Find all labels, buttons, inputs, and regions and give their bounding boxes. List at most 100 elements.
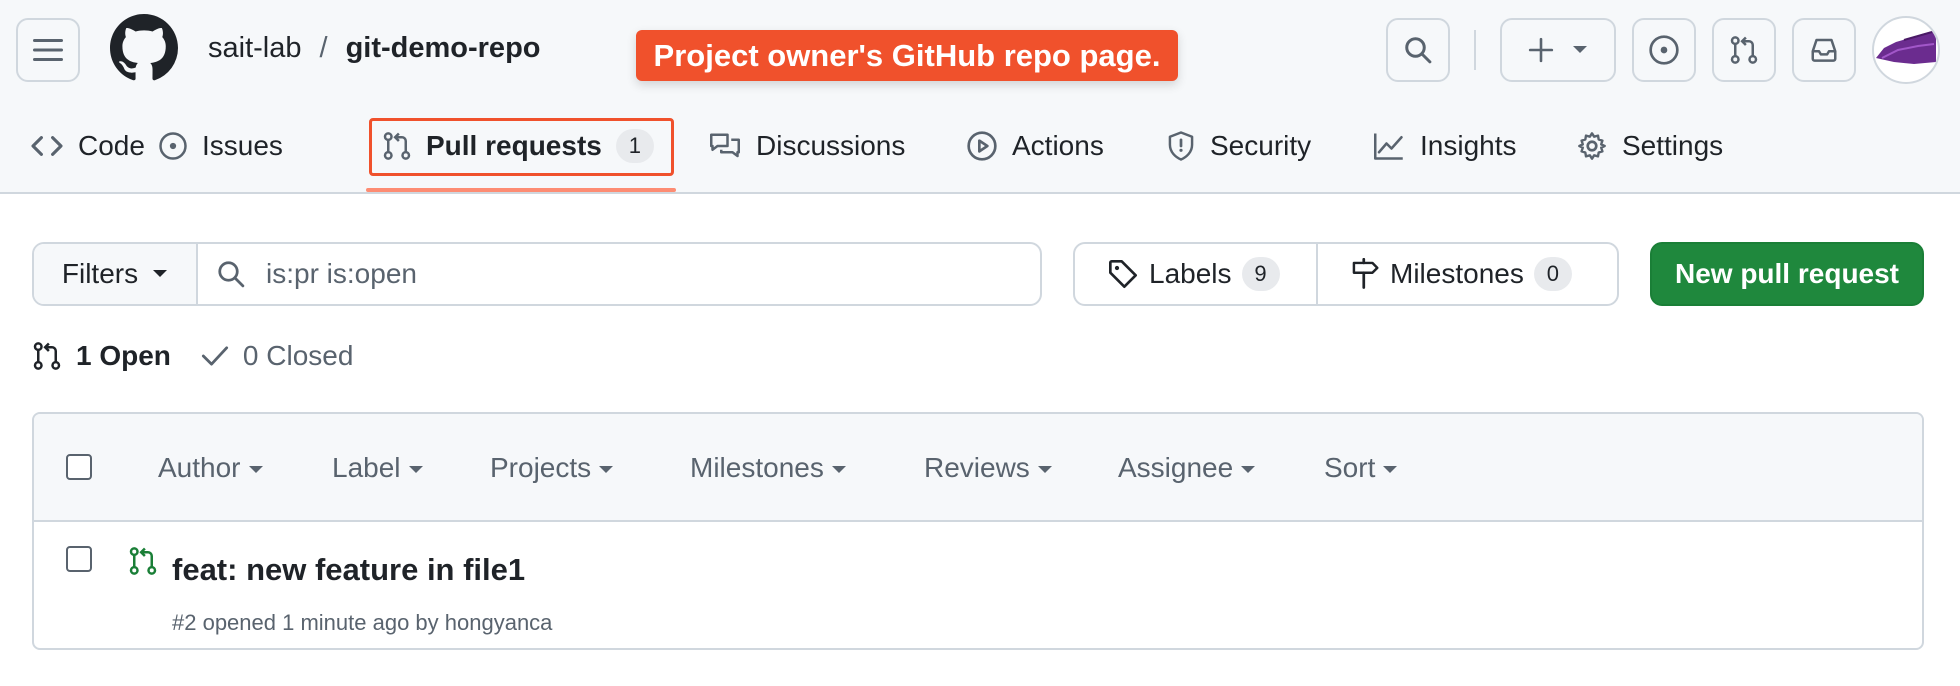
code-icon (31, 136, 63, 156)
tab-label: Pull requests (426, 130, 602, 161)
labels-label: Labels (1149, 258, 1232, 289)
play-icon (967, 131, 997, 161)
list-header: Author Label Projects Milestones Reviews… (34, 414, 1922, 522)
repo-header: sait-lab / git-demo-repo Project owner's… (0, 0, 1960, 194)
sort-filter[interactable]: Sort (1324, 452, 1398, 484)
breadcrumb: sait-lab / git-demo-repo (208, 32, 541, 65)
labels-button[interactable]: Labels 9 (1075, 244, 1318, 304)
tab-label: Insights (1420, 130, 1517, 161)
repo-name-link[interactable]: git-demo-repo (346, 32, 541, 65)
author-filter[interactable]: Author (158, 452, 263, 484)
tab-label: Settings (1622, 130, 1724, 161)
check-icon (201, 346, 228, 366)
tab-settings[interactable]: Settings (1576, 116, 1723, 176)
milestones-button[interactable]: Milestones 0 (1318, 244, 1617, 304)
caret-down-icon (1037, 465, 1052, 473)
inbox-button[interactable] (1792, 18, 1856, 82)
milestones-count-badge: 0 (1533, 257, 1572, 291)
header-divider (1474, 30, 1476, 70)
gear-icon (1578, 132, 1606, 160)
caret-down-icon (408, 465, 423, 473)
filter-label: Reviews (924, 452, 1030, 483)
open-prs-link[interactable]: 1 Open (32, 340, 171, 372)
filter-label: Assignee (1118, 452, 1234, 483)
user-avatar[interactable] (1872, 16, 1940, 84)
hamburger-icon (33, 39, 63, 61)
pr-title-link[interactable]: feat: new feature in file1 (172, 552, 525, 588)
annotation-callout: Project owner's GitHub repo page. (636, 30, 1178, 81)
pull-request-icon (383, 132, 411, 160)
tab-security[interactable]: Security (1166, 116, 1311, 176)
pull-requests-count-badge: 1 (615, 129, 654, 163)
discussion-icon (710, 133, 740, 158)
search-icon (1405, 37, 1432, 64)
breadcrumb-separator: / (319, 32, 328, 64)
tab-code[interactable]: Code (30, 116, 145, 176)
tab-label: Actions (1012, 130, 1104, 161)
filters-label: Filters (61, 258, 139, 289)
graph-icon (1374, 133, 1403, 160)
pr-meta-text: #2 opened 1 minute ago by hongyanca (172, 610, 553, 635)
tab-insights[interactable]: Insights (1372, 116, 1517, 176)
list-item: feat: new feature in file1 #2 opened 1 m… (34, 522, 1922, 648)
tab-actions[interactable]: Actions (966, 116, 1104, 176)
tab-label: Code (78, 130, 145, 161)
row-checkbox[interactable] (66, 546, 92, 572)
pull-request-icon (33, 342, 61, 370)
tab-label: Discussions (756, 130, 906, 161)
caret-down-icon (599, 465, 614, 473)
plus-icon (1528, 37, 1554, 63)
pull-requests-button[interactable] (1712, 18, 1776, 82)
shield-icon (1168, 131, 1194, 161)
triangle-down-icon (153, 270, 168, 277)
tab-discussions[interactable]: Discussions (708, 116, 905, 176)
closed-count-label: 0 Closed (242, 340, 354, 371)
caret-down-icon (1383, 465, 1398, 473)
filter-label: Projects (490, 452, 592, 483)
tab-issues[interactable]: Issues (158, 116, 283, 176)
filter-label: Author (158, 452, 241, 483)
issue-opened-icon (1649, 35, 1679, 65)
new-pull-request-button[interactable]: New pull request (1650, 242, 1924, 306)
search-button[interactable] (1386, 18, 1450, 82)
labels-milestones-group: Labels 9 Milestones 0 (1073, 242, 1619, 306)
pull-request-list: Author Label Projects Milestones Reviews… (32, 412, 1924, 650)
active-tab-underline (366, 188, 676, 192)
label-filter[interactable]: Label (332, 452, 423, 484)
caret-down-icon (1241, 465, 1256, 473)
filter-label: Milestones (690, 452, 824, 483)
pr-search-input[interactable]: is:pr is:open (198, 244, 1040, 304)
assignee-filter[interactable]: Assignee (1118, 452, 1256, 484)
filter-search-group: Filters is:pr is:open (32, 242, 1042, 306)
labels-count-badge: 9 (1241, 257, 1280, 291)
pull-request-icon (1730, 36, 1758, 64)
repo-owner-link[interactable]: sait-lab (208, 32, 302, 65)
caret-down-icon (831, 465, 846, 473)
milestones-filter[interactable]: Milestones (690, 452, 846, 484)
tab-label: Security (1210, 130, 1312, 161)
open-pull-request-icon (129, 547, 157, 575)
create-new-button[interactable] (1500, 18, 1616, 82)
tag-icon (1109, 260, 1137, 288)
tab-pull-requests[interactable]: Pull requests 1 (382, 116, 654, 176)
closed-prs-link[interactable]: 0 Closed (201, 340, 354, 372)
select-all-checkbox[interactable] (66, 454, 92, 480)
menu-button[interactable] (16, 18, 80, 82)
caret-down-icon (248, 465, 263, 473)
issue-opened-icon (159, 132, 187, 160)
projects-filter[interactable]: Projects (490, 452, 614, 484)
milestone-icon (1352, 258, 1379, 289)
triangle-down-icon (1573, 46, 1587, 53)
inbox-icon (1811, 38, 1837, 62)
github-logo-icon[interactable] (110, 14, 178, 82)
search-query-text: is:pr is:open (266, 258, 417, 289)
pr-state-toggle: 1 Open 0 Closed (32, 340, 353, 372)
filter-label: Label (332, 452, 401, 483)
search-icon (218, 261, 245, 288)
avatar-image-icon (1876, 30, 1936, 64)
filter-label: Sort (1324, 452, 1376, 483)
issues-button[interactable] (1632, 18, 1696, 82)
tab-label: Issues (202, 130, 283, 161)
reviews-filter[interactable]: Reviews (924, 452, 1052, 484)
filters-dropdown-button[interactable]: Filters (34, 244, 198, 304)
